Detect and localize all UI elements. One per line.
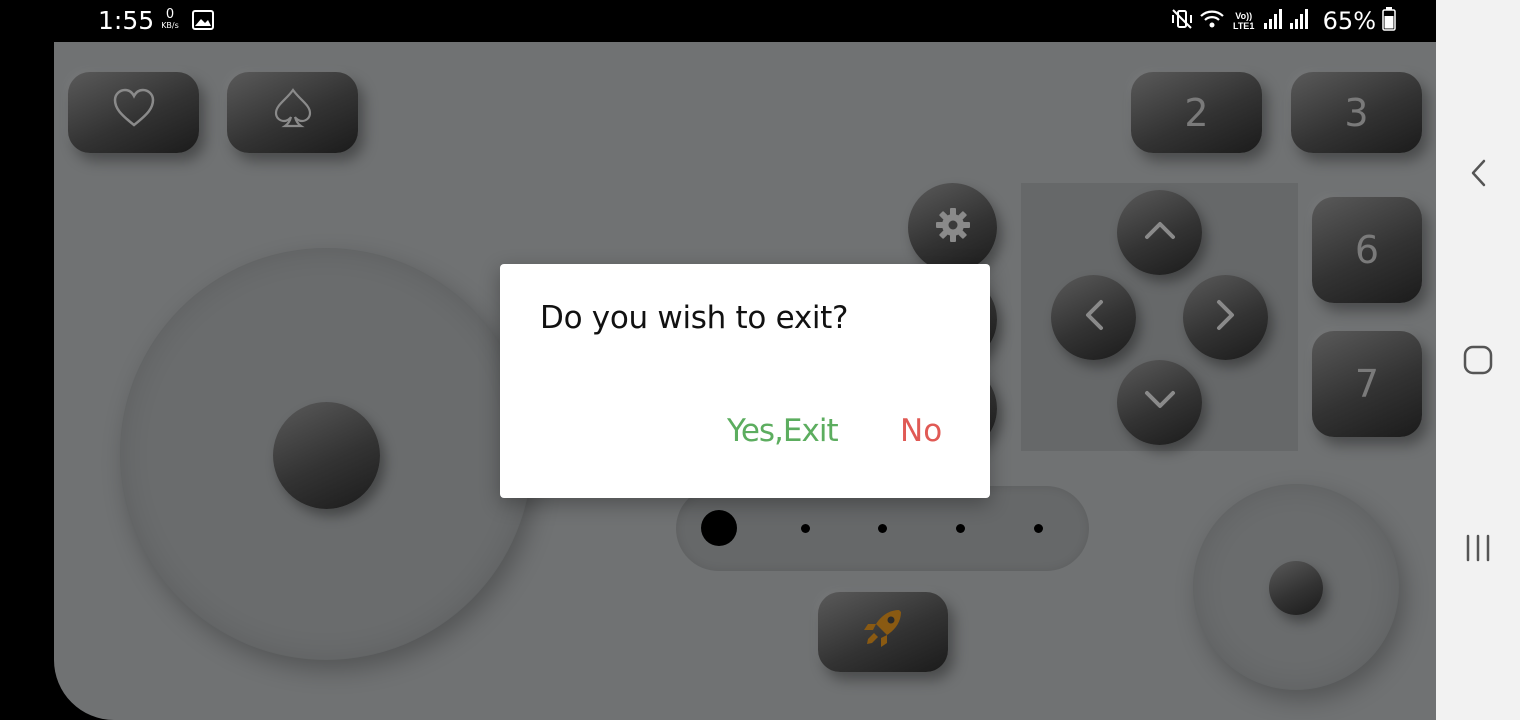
home-button[interactable]	[1458, 342, 1498, 382]
navigation-bar	[1436, 0, 1520, 720]
key-6-label: 6	[1354, 228, 1380, 272]
back-button[interactable]	[1458, 155, 1498, 195]
dpad-down-button[interactable]	[1117, 360, 1202, 445]
spade-outline-icon	[272, 87, 314, 138]
signal-icon	[1263, 8, 1283, 35]
status-time: 1:55	[98, 6, 155, 35]
recents-button[interactable]	[1458, 530, 1498, 570]
key-3-label: 3	[1344, 90, 1369, 135]
key-7-label: 7	[1354, 362, 1380, 406]
dpad-up-button[interactable]	[1117, 190, 1202, 275]
right-joystick-knob[interactable]	[1269, 561, 1323, 615]
exit-dialog: Do you wish to exit? Yes,Exit No	[500, 264, 990, 498]
volte-label: Vo)) LTE1	[1232, 11, 1255, 31]
chevron-up-icon	[1144, 220, 1176, 245]
slider-dot-2[interactable]	[801, 524, 810, 533]
key-3-button[interactable]: 3	[1291, 72, 1422, 153]
wifi-icon	[1199, 8, 1225, 35]
slider-dot-4[interactable]	[956, 524, 965, 533]
spade-button[interactable]	[227, 72, 358, 153]
chevron-right-icon	[1216, 299, 1236, 336]
rocket-icon	[861, 606, 905, 659]
battery-icon	[1382, 6, 1396, 36]
cancel-button[interactable]: No	[900, 413, 942, 449]
status-bar: 1:55 0 KB/s Vo)) LTE1 65%	[0, 0, 1436, 42]
left-joystick-knob[interactable]	[273, 402, 380, 509]
key-2-button[interactable]: 2	[1131, 72, 1262, 153]
network-speed-unit: KB/s	[161, 21, 179, 30]
chevron-down-icon	[1144, 390, 1176, 415]
dpad-right-button[interactable]	[1183, 275, 1268, 360]
battery-percent: 65%	[1322, 7, 1376, 35]
network-speed: 0 KB/s	[156, 8, 184, 30]
mode-slider[interactable]	[676, 486, 1089, 571]
back-icon	[1469, 158, 1487, 193]
slider-dot-5[interactable]	[1034, 524, 1043, 533]
slider-dot-3[interactable]	[878, 524, 887, 533]
key-2-label: 2	[1184, 90, 1209, 135]
chevron-left-icon	[1084, 299, 1104, 336]
slider-selected-dot[interactable]	[701, 510, 737, 546]
recents-icon	[1464, 534, 1492, 567]
confirm-exit-button[interactable]: Yes,Exit	[727, 413, 839, 449]
heart-button[interactable]	[68, 72, 199, 153]
key-7-button[interactable]: 7	[1312, 331, 1422, 437]
status-icons: Vo)) LTE1 65%	[1171, 6, 1396, 36]
rocket-button[interactable]	[818, 592, 948, 672]
settings-button[interactable]	[908, 183, 997, 272]
signal-icon-2	[1289, 8, 1309, 35]
key-6-button[interactable]: 6	[1312, 197, 1422, 303]
dpad-left-button[interactable]	[1051, 275, 1136, 360]
network-speed-value: 0	[165, 7, 175, 22]
home-icon	[1463, 345, 1493, 380]
gear-icon	[935, 207, 971, 248]
dialog-message: Do you wish to exit?	[540, 300, 849, 336]
image-notification-icon	[192, 10, 214, 35]
mute-vibrate-icon	[1171, 8, 1193, 35]
heart-outline-icon	[112, 88, 156, 137]
